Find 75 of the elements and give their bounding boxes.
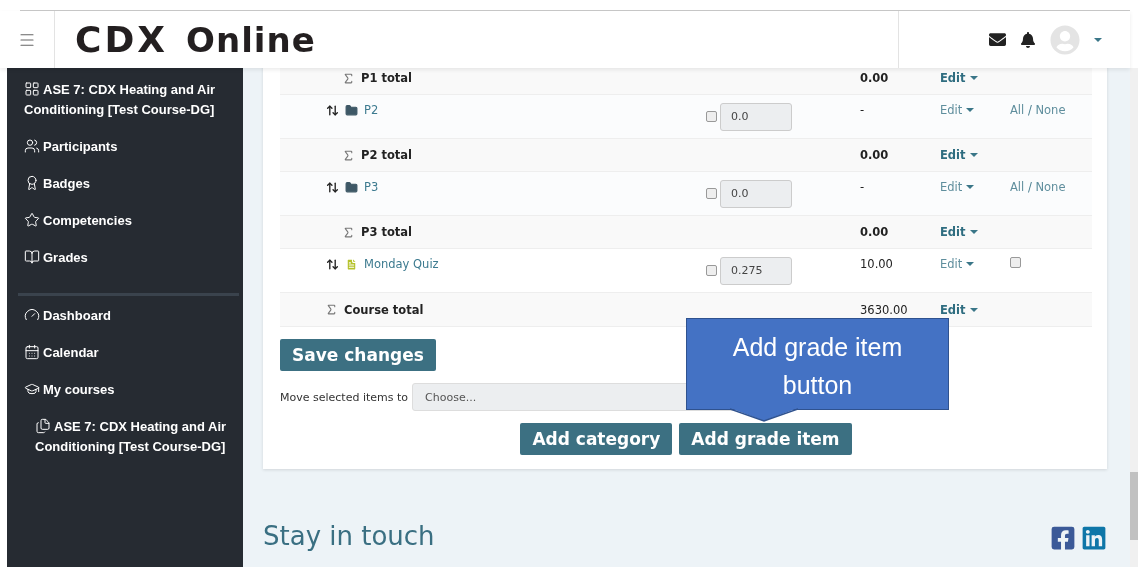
total-name: P2 total — [361, 148, 413, 162]
weight-field[interactable]: 0.275 — [720, 256, 792, 285]
grade-value: 0.00 — [860, 225, 890, 239]
edit-menu[interactable]: Edit — [940, 257, 975, 271]
nav-item[interactable]: Badges — [24, 174, 235, 211]
caret-icon[interactable] — [1094, 37, 1102, 42]
grade-item-link[interactable]: P3 — [364, 180, 379, 194]
total-name: Course total — [344, 302, 424, 317]
star-icon — [24, 212, 40, 228]
grid-icon — [24, 81, 40, 97]
nav-item[interactable]: Competencies — [24, 211, 235, 248]
sigma-icon — [325, 303, 338, 316]
grade-value: 0.00 — [860, 71, 890, 85]
sigma-icon — [342, 148, 355, 162]
files-icon — [35, 418, 51, 434]
weight-checkbox[interactable] — [706, 111, 717, 122]
select-checkbox[interactable] — [1010, 257, 1021, 268]
edit-menu[interactable]: Edit — [940, 302, 978, 317]
weight-field[interactable]: 0.0 — [720, 102, 792, 131]
move-icon[interactable] — [326, 257, 339, 271]
footer-heading: Stay in touch — [263, 521, 435, 551]
action-button[interactable]: Add category — [520, 423, 673, 455]
grade-value: 10.00 — [860, 256, 894, 271]
nav-item[interactable]: ASE 7: CDX Heating and Air Conditioning [Test Course-DG] — [24, 80, 235, 137]
nav-item[interactable]: Dashboard — [24, 306, 235, 343]
move-label: Move selected items to — [280, 390, 409, 404]
graduation-cap-icon — [24, 381, 40, 397]
nav-item[interactable]: ASE 7: CDX Heating and Air Conditioning [Test Course-DG] — [24, 417, 235, 474]
edit-menu[interactable]: Edit — [940, 225, 978, 239]
facebook-icon[interactable] — [1050, 525, 1076, 551]
linkedin-icon[interactable] — [1081, 525, 1107, 551]
edit-menu[interactable]: Edit — [940, 148, 978, 162]
gauge-icon — [24, 307, 40, 323]
calendar-icon — [24, 344, 40, 360]
weight-checkbox[interactable] — [706, 265, 717, 276]
sigma-icon — [342, 225, 355, 239]
edit-menu[interactable]: Edit — [940, 71, 978, 85]
folder-icon — [345, 180, 358, 194]
award-icon — [24, 175, 40, 191]
mail-icon[interactable] — [989, 31, 1006, 48]
nav-item[interactable]: My courses — [24, 380, 235, 417]
grade-value: - — [860, 179, 866, 194]
document-icon — [345, 257, 358, 271]
select-all-link[interactable]: All — [1010, 103, 1025, 117]
grade-value: - — [860, 102, 866, 117]
nav-item[interactable]: Participants — [24, 137, 235, 174]
edit-menu[interactable]: Edit — [940, 180, 975, 194]
select-all-link[interactable]: All — [1010, 180, 1025, 194]
weight-checkbox[interactable] — [706, 188, 717, 199]
move-icon[interactable] — [326, 103, 339, 117]
move-icon[interactable] — [326, 180, 339, 194]
logo: CDX Online — [74, 19, 317, 60]
bell-icon[interactable] — [1020, 31, 1036, 48]
scrollbar[interactable] — [1130, 68, 1138, 567]
nav-item[interactable]: Calendar — [24, 343, 235, 380]
grade-item-link[interactable]: Monday Quiz — [364, 257, 439, 271]
grade-value: 3630.00 — [860, 302, 909, 317]
users-icon — [24, 138, 40, 154]
save-button[interactable]: Save changes — [280, 339, 436, 371]
edit-menu[interactable]: Edit — [940, 103, 975, 117]
sigma-icon — [342, 71, 355, 85]
total-name: P1 total — [361, 71, 413, 85]
grade-value: 0.00 — [860, 148, 890, 162]
callout-pointer-icon — [730, 408, 798, 422]
folder-icon — [345, 103, 358, 117]
weight-field[interactable]: 0.0 — [720, 179, 792, 208]
nav-item[interactable]: Grades — [24, 248, 235, 285]
grade-item-link[interactable]: P2 — [364, 103, 379, 117]
action-button[interactable]: Add grade item — [679, 423, 852, 455]
separator: / — [1026, 180, 1033, 194]
select-none-link[interactable]: None — [1035, 180, 1066, 194]
total-name: P3 total — [361, 225, 413, 239]
separator: / — [1026, 103, 1033, 117]
book-icon — [24, 249, 40, 265]
select-none-link[interactable]: None — [1035, 103, 1066, 117]
